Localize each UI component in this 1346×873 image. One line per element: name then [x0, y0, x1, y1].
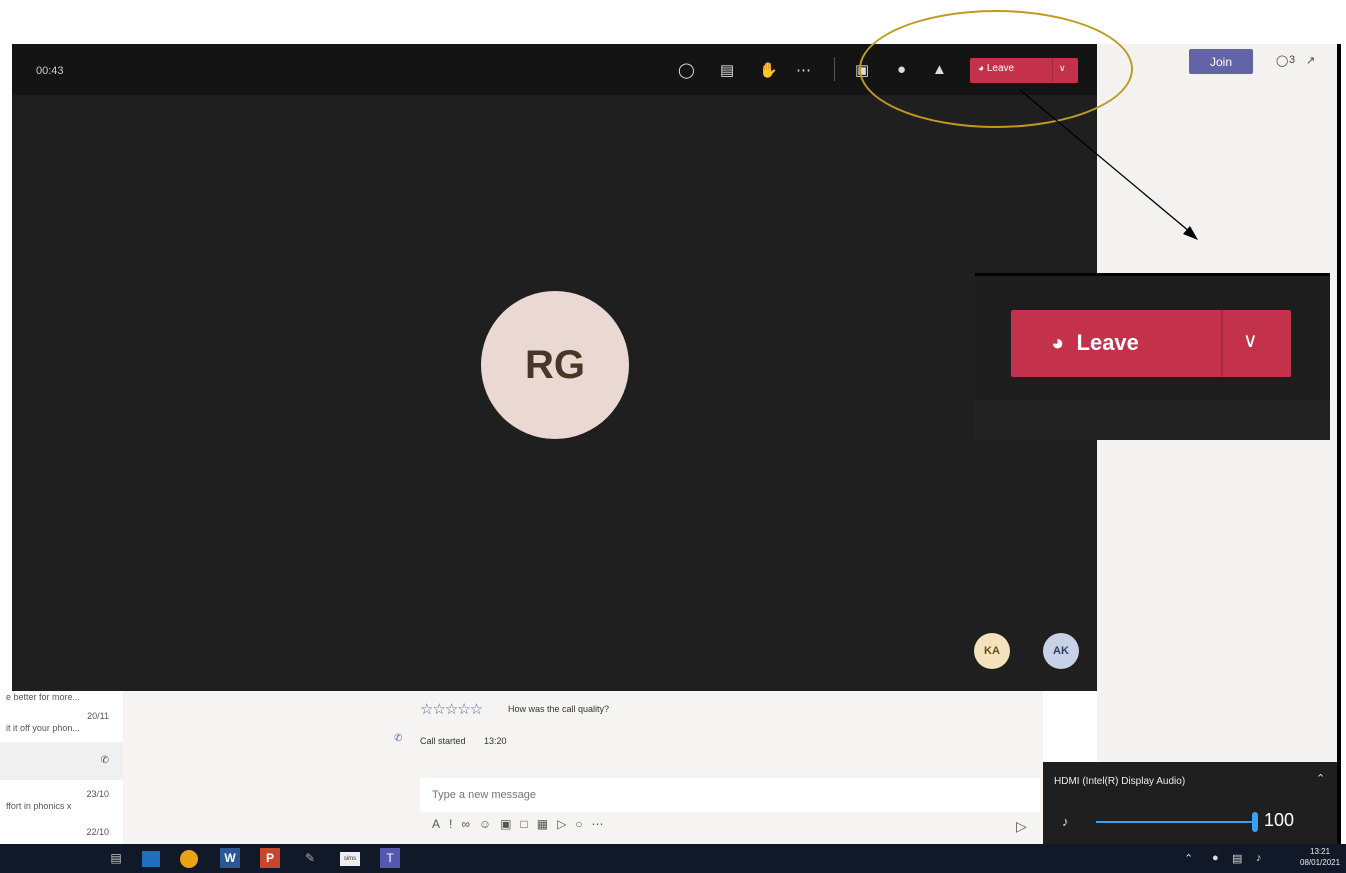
annotation-arrow — [1019, 89, 1198, 240]
word-icon[interactable]: W — [220, 848, 240, 868]
chrome-icon[interactable] — [180, 850, 198, 868]
taskbar — [0, 844, 1346, 873]
speaker-icon[interactable]: ♪ — [1256, 852, 1262, 864]
teams-icon[interactable]: T — [380, 848, 400, 868]
powerpoint-icon[interactable]: P — [260, 848, 280, 868]
volume-popup — [1043, 762, 1337, 844]
volume-slider[interactable] — [1096, 821, 1256, 823]
chevron-up-icon[interactable]: ⌃ — [1316, 772, 1325, 785]
volume-slider-handle[interactable] — [1252, 812, 1258, 832]
taskbar-clock[interactable]: 13:21 08/01/2021 — [1300, 846, 1340, 868]
network-icon[interactable]: ▤ — [1232, 852, 1242, 865]
paint-icon[interactable]: ✎ — [300, 848, 320, 868]
file-explorer-icon[interactable] — [142, 851, 160, 867]
audio-device-name: HDMI (Intel(R) Display Audio) — [1054, 776, 1186, 787]
speaker-icon[interactable]: ♪ — [1062, 814, 1069, 829]
chevron-up-icon[interactable]: ⌃ — [1184, 852, 1193, 865]
sims-icon[interactable]: sims — [340, 852, 360, 866]
task-view-icon[interactable]: ▤ — [106, 848, 126, 868]
clock-time: 13:21 — [1310, 847, 1331, 856]
volume-level: 100 — [1264, 810, 1295, 830]
microphone-icon[interactable]: ● — [1212, 852, 1219, 864]
clock-date: 08/01/2021 — [1300, 858, 1341, 867]
